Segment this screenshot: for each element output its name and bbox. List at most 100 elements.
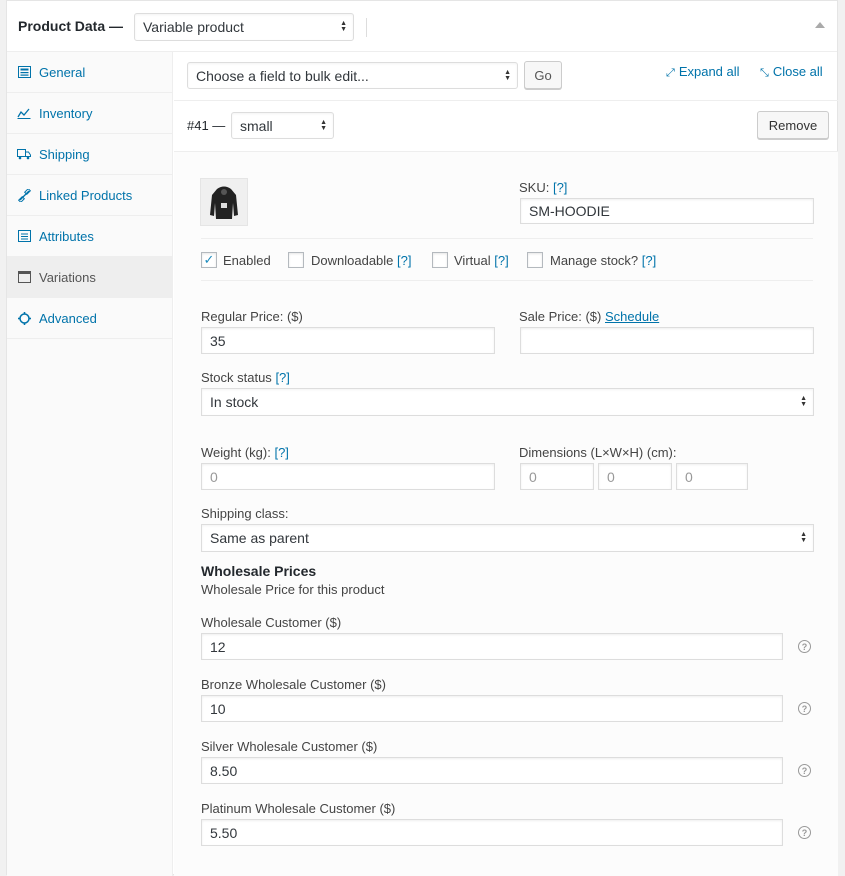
downloadable-label: Downloadable [?] (311, 253, 412, 268)
help-icon[interactable]: ? (798, 764, 811, 777)
silver-wholesale-input[interactable]: 8.50 (201, 757, 783, 784)
shipping-class-value: Same as parent (210, 530, 309, 546)
variations-panel: Choose a field to bulk edit... ▲ ▼ Go ⤢ Ex… (174, 52, 838, 876)
weight-placeholder: 0 (210, 468, 218, 485)
virtual-checkbox[interactable] (432, 252, 448, 268)
width-placeholder: 0 (607, 468, 615, 485)
tab-inventory-label: Inventory (39, 105, 93, 121)
select-arrows-icon: ▲ ▼ (320, 118, 327, 132)
platinum-wholesale-label: Platinum Wholesale Customer ($) (201, 801, 396, 816)
sku-label: SKU: [?] (519, 180, 567, 195)
tab-attributes[interactable]: Attributes (7, 216, 172, 257)
regular-price-label: Regular Price: ($) (201, 309, 303, 324)
length-placeholder: 0 (529, 468, 537, 485)
tab-general[interactable]: General (7, 52, 172, 93)
variation-attribute-select[interactable]: small ▲ ▼ (231, 112, 334, 139)
tab-variations-label: Variations (39, 269, 96, 285)
bronze-wholesale-label: Bronze Wholesale Customer ($) (201, 677, 386, 692)
height-input[interactable]: 0 (676, 463, 748, 490)
general-icon (17, 65, 31, 79)
weight-input[interactable]: 0 (201, 463, 495, 490)
stock-status-help[interactable]: [?] (275, 370, 289, 385)
help-icon[interactable]: ? (798, 640, 811, 653)
remove-variation-button[interactable]: Remove (757, 111, 829, 139)
list-icon (17, 229, 31, 243)
tab-linked-products[interactable]: Linked Products (7, 175, 172, 216)
bulk-edit-select[interactable]: Choose a field to bulk edit... ▲ ▼ (187, 62, 518, 89)
weight-help[interactable]: [?] (274, 445, 288, 460)
sale-price-label: Sale Price: ($) Schedule (519, 309, 659, 324)
manage-stock-checkbox[interactable] (527, 252, 543, 268)
virtual-label-text: Virtual (454, 253, 491, 268)
sku-input[interactable]: SM-HOODIE (520, 198, 814, 224)
height-placeholder: 0 (685, 468, 693, 485)
tab-shipping-label: Shipping (39, 146, 90, 162)
variation-details: SKU: [?] SM-HOODIE ✓ Enabled Downloadabl… (174, 152, 838, 876)
product-type-select[interactable]: Variable product ▲ ▼ (134, 13, 354, 41)
variation-id: #41 — (187, 118, 226, 133)
length-input[interactable]: 0 (520, 463, 594, 490)
tab-variations[interactable]: Variations (7, 257, 172, 298)
hoodie-image (210, 186, 238, 219)
variation-image[interactable] (200, 178, 248, 226)
select-arrows-icon: ▲ ▼ (504, 68, 511, 82)
gear-icon (17, 311, 31, 325)
virtual-help[interactable]: [?] (494, 253, 508, 268)
product-data-tabs: General Inventory Shipping Linked Produc… (7, 52, 173, 876)
downloadable-label-text: Downloadable (311, 253, 394, 268)
silver-wholesale-label: Silver Wholesale Customer ($) (201, 739, 378, 754)
variation-attribute-value: small (240, 117, 273, 134)
window-icon (17, 270, 31, 284)
tab-shipping[interactable]: Shipping (7, 134, 172, 175)
wholesale-customer-input[interactable]: 12 (201, 633, 783, 660)
wholesale-customer-value: 12 (210, 638, 226, 655)
tab-attributes-label: Attributes (39, 228, 94, 244)
platinum-wholesale-value: 5.50 (210, 824, 238, 841)
regular-price-input[interactable]: 35 (201, 327, 495, 354)
sku-label-text: SKU: (519, 180, 550, 195)
manage-stock-help[interactable]: [?] (642, 253, 656, 268)
variations-toolbar: Choose a field to bulk edit... ▲ ▼ Go ⤢ Ex… (174, 52, 838, 101)
schedule-link[interactable]: Schedule (605, 309, 659, 324)
bronze-wholesale-value: 10 (210, 700, 226, 717)
weight-label: Weight (kg): [?] (201, 445, 289, 460)
header-divider (366, 18, 367, 37)
tab-advanced[interactable]: Advanced (7, 298, 172, 339)
expand-all-link[interactable]: ⤢ Expand all (666, 64, 740, 80)
sale-price-label-text: Sale Price: ($) (519, 309, 602, 324)
expand-icon: ⤢ (666, 67, 675, 79)
divider (201, 280, 813, 281)
sku-help[interactable]: [?] (553, 180, 567, 195)
go-button[interactable]: Go (524, 61, 562, 89)
silver-wholesale-value: 8.50 (210, 762, 238, 779)
select-arrows-icon: ▲ ▼ (340, 20, 347, 33)
close-all-link[interactable]: ⤡ Close all (760, 64, 823, 80)
collapse-icon: ⤡ (760, 67, 769, 79)
weight-label-text: Weight (kg): (201, 445, 271, 460)
help-icon[interactable]: ? (798, 826, 811, 839)
downloadable-checkbox[interactable] (288, 252, 304, 268)
panel-title: Product Data — (18, 18, 124, 34)
tab-advanced-label: Advanced (39, 310, 97, 326)
expand-all-label: Expand all (678, 64, 740, 79)
manage-stock-label-text: Manage stock? (550, 253, 639, 268)
shipping-class-select[interactable]: Same as parent ▲ ▼ (201, 524, 814, 552)
variation-header[interactable]: #41 — small ▲ ▼ Remove (174, 101, 838, 152)
manage-stock-label: Manage stock? [?] (550, 253, 656, 268)
wholesale-description: Wholesale Price for this product (201, 582, 385, 597)
enabled-label: Enabled (223, 253, 271, 268)
width-input[interactable]: 0 (598, 463, 672, 490)
bronze-wholesale-input[interactable]: 10 (201, 695, 783, 722)
platinum-wholesale-input[interactable]: 5.50 (201, 819, 783, 846)
tab-general-label: General (39, 64, 86, 80)
tab-inventory[interactable]: Inventory (7, 93, 172, 134)
panel-header: Product Data — Variable product ▲ ▼ (7, 1, 837, 52)
sale-price-input[interactable] (520, 327, 814, 354)
enabled-checkbox[interactable]: ✓ (201, 252, 217, 268)
dimensions-label: Dimensions (L×W×H) (cm): (519, 445, 677, 460)
help-icon[interactable]: ? (798, 702, 811, 715)
regular-price-value: 35 (210, 332, 226, 349)
collapse-toggle-icon[interactable] (815, 22, 825, 28)
stock-status-select[interactable]: In stock ▲ ▼ (201, 388, 814, 416)
downloadable-help[interactable]: [?] (397, 253, 411, 268)
